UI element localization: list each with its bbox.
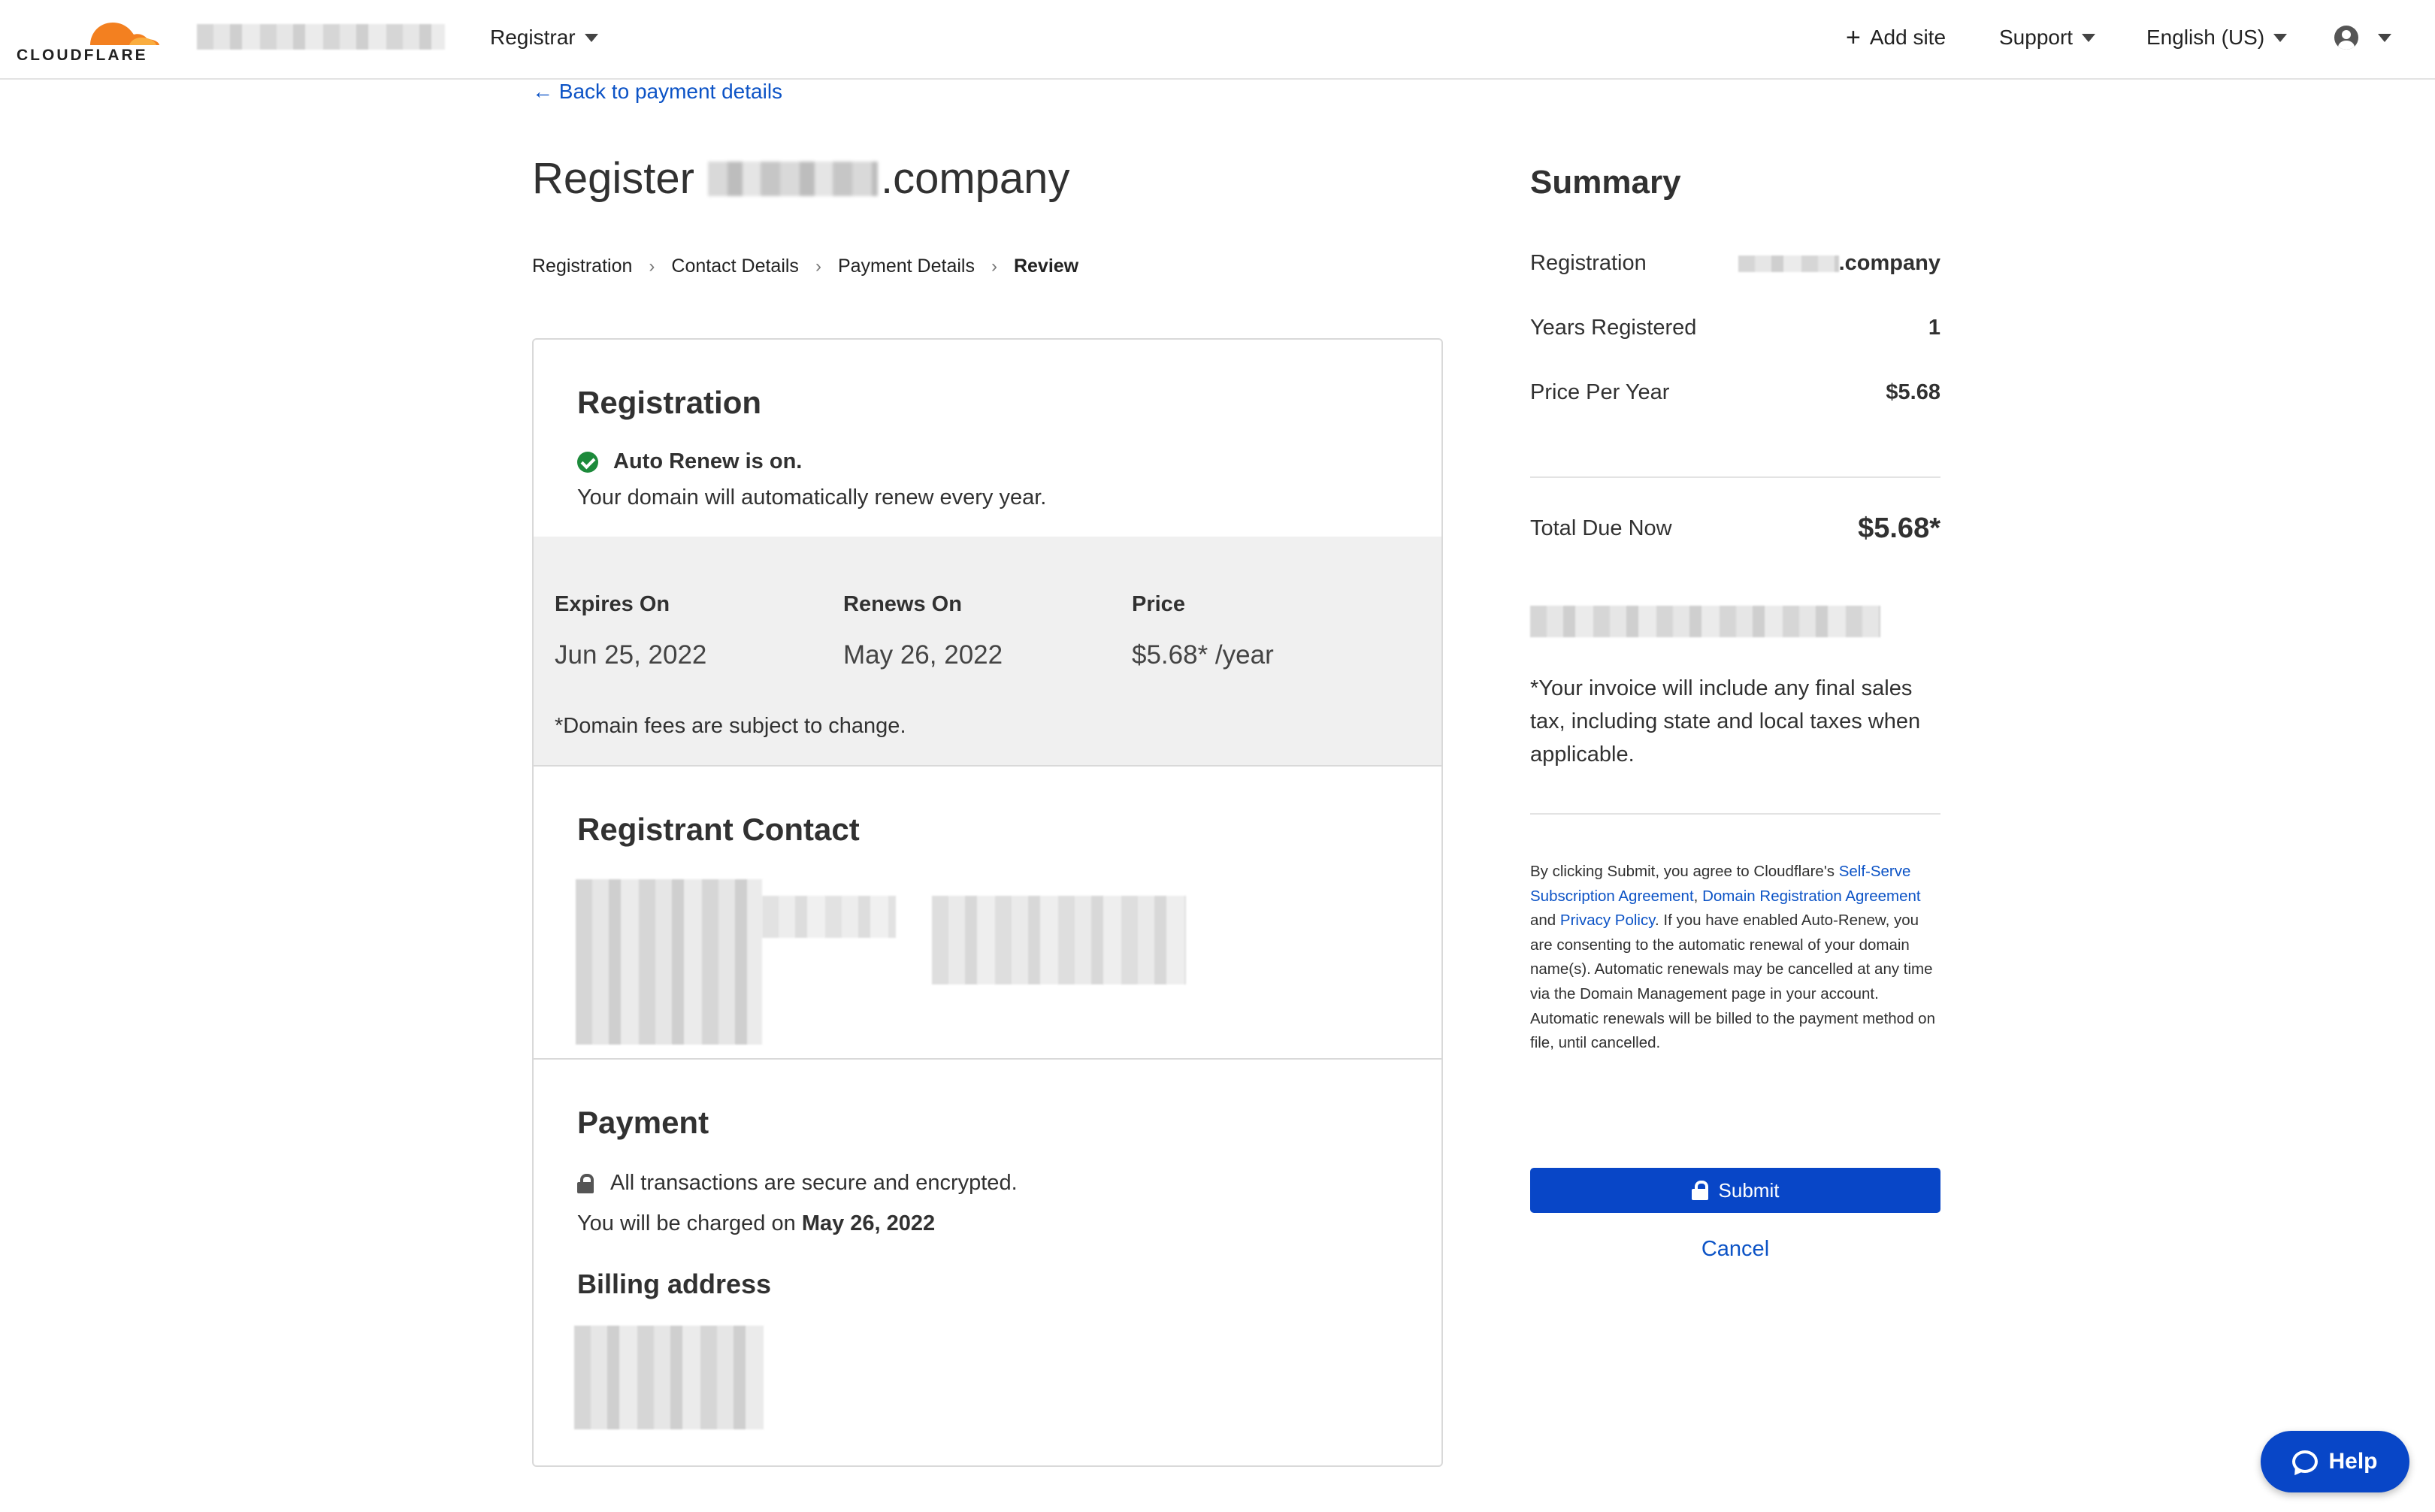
privacy-policy-link[interactable]: Privacy Policy [1560,912,1655,929]
cancel-link[interactable]: Cancel [1530,1237,1940,1262]
expires-on-value: Jun 25, 2022 [555,640,707,670]
registrant-contact-redacted [576,879,762,1045]
step-review: Review [1013,256,1079,277]
lock-icon [577,1173,594,1193]
auto-renew-status: Auto Renew is on. [577,449,802,474]
payment-method-redacted [1530,606,1880,637]
user-icon [2334,26,2358,50]
charge-date-value: May 26, 2022 [801,1211,936,1235]
summary-registration-label: Registration [1530,251,1647,275]
domain-name-redacted [1738,255,1839,272]
auto-renew-description: Your domain will automatically renew eve… [577,485,1047,510]
registrar-menu[interactable]: Registrar [490,26,598,50]
plus-icon: + [1846,23,1861,52]
support-menu-label: Support [1999,26,2074,49]
review-card: Registration Auto Renew is on. Your doma… [532,338,1443,1467]
summary-price-value: $5.68 [1886,380,1940,404]
registrar-menu-label: Registrar [490,26,576,49]
chevron-right-icon: › [649,256,655,277]
help-label: Help [2328,1449,2378,1474]
back-to-payment-details-link[interactable]: ← Back to payment details [532,80,782,104]
summary-price-row: Price Per Year $5.68 [1530,380,1940,405]
submit-label: Submit [1718,1178,1780,1202]
price-value: $5.68* /year [1132,640,1274,670]
step-contact-details[interactable]: Contact Details [671,256,799,277]
chevron-down-icon [2273,33,2288,42]
domain-registration-agreement-link[interactable]: Domain Registration Agreement [1702,888,1921,905]
secure-note-text: All transactions are secure and encrypte… [610,1171,1018,1195]
summary-title: Summary [1530,164,1681,201]
summary-registration-value: .company [1738,251,1940,276]
logo-text: CLOUDFLARE [17,47,148,64]
domain-fee-note: *Domain fees are subject to change. [555,714,906,738]
billing-address-redacted [574,1326,764,1429]
renews-on-label: Renews On [843,592,962,616]
charge-date-prefix: You will be charged on [577,1211,796,1235]
legal-notice: By clicking Submit, you agree to Cloudfl… [1530,863,1935,1052]
account-name-redacted[interactable] [197,24,445,50]
expires-on-label: Expires On [555,592,670,616]
summary-years-row: Years Registered 1 [1530,316,1940,340]
chat-bubble-icon [2292,1450,2319,1473]
invoice-note: *Your invoice will include any final sal… [1530,676,1921,767]
summary-divider [1530,813,1940,815]
summary-years-label: Years Registered [1530,316,1697,340]
chevron-down-icon [2378,33,2391,42]
section-divider [534,1058,1441,1060]
add-site-label: Add site [1869,26,1946,49]
cloudflare-logo-icon [90,23,159,45]
check-circle-icon [577,451,598,473]
breadcrumb: Registration › Contact Details › Payment… [532,256,1078,277]
page-title-suffix: .company [880,154,1070,203]
summary-total-label: Total Due Now [1530,516,1672,540]
billing-address-title: Billing address [577,1269,772,1299]
page-title: Register .company [532,153,1069,204]
chevron-down-icon [2082,33,2096,42]
help-button[interactable]: Help [2261,1431,2409,1492]
registrant-contact-redacted [932,896,1186,984]
step-registration[interactable]: Registration [532,256,632,277]
lock-icon [1691,1181,1708,1200]
secure-note: All transactions are secure and encrypte… [577,1171,1018,1196]
domain-name-redacted [707,161,878,196]
auto-renew-label: Auto Renew is on. [613,449,803,473]
registration-title: Registration [577,385,762,420]
language-menu-label: English (US) [2146,26,2265,49]
registration-details-panel: Expires On Renews On Price Jun 25, 2022 … [534,537,1441,767]
payment-title: Payment [577,1105,709,1140]
summary-total-row: Total Due Now $5.68* [1530,513,1940,545]
chevron-down-icon [584,33,598,42]
renews-on-value: May 26, 2022 [843,640,1003,670]
cloudflare-logo[interactable]: CLOUDFLARE [17,11,162,66]
summary-registration-row: Registration .company [1530,251,1940,276]
charge-date-note: You will be charged on May 26, 2022 [577,1211,935,1236]
language-menu[interactable]: English (US) [2146,26,2288,50]
support-menu[interactable]: Support [1999,26,2096,50]
page-title-prefix: Register [532,154,694,203]
chevron-right-icon: › [815,256,821,277]
summary-divider [1530,476,1940,478]
submit-button[interactable]: Submit [1530,1168,1940,1213]
summary-total-value: $5.68* [1858,513,1940,544]
top-navigation: CLOUDFLARE Registrar + Add site Support … [0,0,2435,80]
add-site-button[interactable]: + Add site [1846,23,1946,52]
registrant-contact-redacted [762,896,896,938]
registrant-contact-title: Registrant Contact [577,812,860,847]
summary-years-value: 1 [1928,316,1940,340]
step-payment-details[interactable]: Payment Details [838,256,975,277]
user-menu[interactable] [2334,26,2391,50]
price-label: Price [1132,592,1185,616]
chevron-right-icon: › [991,256,997,277]
summary-price-label: Price Per Year [1530,380,1670,404]
